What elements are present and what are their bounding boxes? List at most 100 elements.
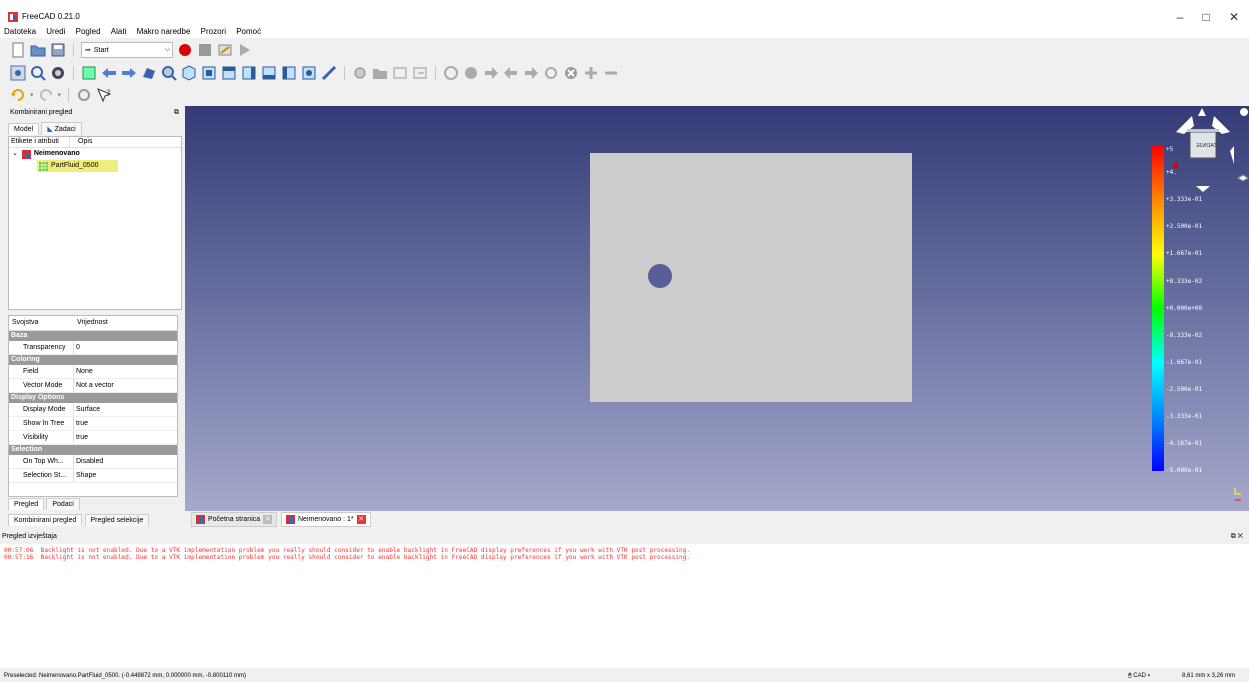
property-value[interactable]: None <box>73 365 93 378</box>
sphere-icon[interactable] <box>463 65 479 81</box>
tab-kombinirani-pregled[interactable]: Kombinirani pregled <box>8 514 83 526</box>
undo-icon[interactable] <box>10 87 26 103</box>
minus-icon[interactable] <box>603 65 619 81</box>
save-icon[interactable] <box>50 42 66 58</box>
property-value[interactable]: Shape <box>73 469 96 482</box>
navcube-menu-icon[interactable] <box>1240 108 1248 116</box>
close-icon[interactable]: ✕ <box>263 515 273 524</box>
zoom-icon[interactable] <box>161 65 177 81</box>
tab-pocetna-stranica[interactable]: Početna stranica ✕ <box>191 512 278 527</box>
model-tree[interactable]: Etikete i atributi Opis ⌄ Neimenovano Pa… <box>8 136 182 310</box>
left-arrow-icon[interactable] <box>503 65 519 81</box>
navigation-cube[interactable] <box>1170 106 1249 196</box>
workbench-selector[interactable]: ➡ Start ⌵ <box>81 42 173 58</box>
link-actions-icon[interactable] <box>412 65 428 81</box>
folder-icon[interactable] <box>372 65 388 81</box>
cancel-icon[interactable] <box>563 65 579 81</box>
recompute-icon[interactable] <box>76 87 92 103</box>
tab-model[interactable]: Model <box>8 123 40 135</box>
front-view-icon[interactable] <box>201 65 217 81</box>
right-arrow-icon[interactable] <box>483 65 499 81</box>
tab-podaci[interactable]: Podaci <box>46 498 80 510</box>
3d-viewport[interactable]: ZADNJE +5 +4. +3.333e-01 +2.500e-01 +1.6… <box>185 106 1249 511</box>
forward-arrow-icon[interactable] <box>121 65 137 81</box>
tab-zadaci[interactable]: ◣ Zadaci <box>41 122 82 135</box>
restore-button[interactable]: □ <box>1196 10 1216 24</box>
property-value[interactable]: true <box>73 431 88 444</box>
whats-this-icon[interactable]: ? <box>96 87 112 103</box>
property-row[interactable]: Field None <box>9 365 177 379</box>
new-file-icon[interactable] <box>10 42 26 58</box>
property-group-baza[interactable]: Baza <box>9 331 177 341</box>
redo-dropdown-icon[interactable]: ▾ <box>58 91 62 99</box>
macro-stop-icon[interactable] <box>197 42 213 58</box>
property-row[interactable]: Show In Tree true <box>9 417 177 431</box>
property-group-coloring[interactable]: Coloring <box>9 355 177 365</box>
property-value[interactable]: Surface <box>73 403 100 416</box>
property-row[interactable]: Selection St... Shape <box>9 469 177 483</box>
menu-makro[interactable]: Makro naredbe <box>137 26 191 38</box>
tree-document-row[interactable]: ⌄ Neimenovano <box>9 148 181 160</box>
property-value[interactable]: Not a vector <box>73 379 114 392</box>
navcube-arrow-up-icon[interactable] <box>1198 108 1206 116</box>
std-views-icon[interactable] <box>141 65 157 81</box>
menu-pomoc[interactable]: Pomoć <box>236 26 261 38</box>
property-row[interactable]: Vector Mode Not a vector <box>9 379 177 393</box>
property-value[interactable]: 0 <box>73 341 80 354</box>
back-arrow-icon[interactable] <box>101 65 117 81</box>
tab-neimenovano[interactable]: Neimenovano : 1* ✕ <box>281 512 371 527</box>
property-group-display[interactable]: Display Options <box>9 393 177 403</box>
navcube-arrow-down-icon[interactable] <box>1196 186 1210 192</box>
property-row[interactable]: Display Mode Surface <box>9 403 177 417</box>
navcube-cube-icon[interactable] <box>1237 174 1249 182</box>
property-group-selection[interactable]: Selection <box>9 445 177 455</box>
bottom-view-icon[interactable] <box>281 65 297 81</box>
menu-prozori[interactable]: Prozori <box>201 26 226 38</box>
float-panel-icon[interactable]: ⧉ <box>174 108 179 118</box>
property-value[interactable]: true <box>73 417 88 430</box>
fit-all-icon[interactable] <box>10 65 26 81</box>
close-button[interactable]: ✕ <box>1224 10 1244 24</box>
menu-uredi[interactable]: Uredi <box>46 26 65 38</box>
fit-selection-icon[interactable] <box>30 65 46 81</box>
selected-object[interactable]: PartFluid_0500 <box>37 160 119 172</box>
menu-datoteka[interactable]: Datoteka <box>4 26 36 38</box>
property-row[interactable]: Transparency 0 <box>9 341 177 355</box>
navigation-style-selector[interactable]: 🖱 CAD ▾ <box>1128 670 1150 682</box>
refresh-icon[interactable] <box>543 65 559 81</box>
menu-alati[interactable]: Alati <box>111 26 127 38</box>
macro-record-icon[interactable] <box>177 42 193 58</box>
tab-pregled-selekcije[interactable]: Pregled selekcije <box>84 514 150 526</box>
property-row[interactable]: Visibility true <box>9 431 177 445</box>
measure-icon[interactable] <box>321 65 337 81</box>
fluid-part-surface[interactable] <box>590 153 912 402</box>
right-arrow-2-icon[interactable] <box>523 65 539 81</box>
rear-view-icon[interactable] <box>261 65 277 81</box>
part-icon[interactable] <box>352 65 368 81</box>
link-icon[interactable] <box>392 65 408 81</box>
draw-style-icon[interactable] <box>50 65 66 81</box>
top-view-icon[interactable] <box>221 65 237 81</box>
navcube-rotate-right-icon[interactable] <box>1230 146 1234 164</box>
open-folder-icon[interactable] <box>30 42 46 58</box>
macro-run-icon[interactable] <box>237 42 253 58</box>
bounding-box-icon[interactable] <box>81 65 97 81</box>
isometric-icon[interactable] <box>181 65 197 81</box>
right-view-icon[interactable] <box>241 65 257 81</box>
tab-pregled[interactable]: Pregled <box>8 498 45 510</box>
menu-pogled[interactable]: Pogled <box>76 26 101 38</box>
property-value[interactable]: Disabled <box>73 455 103 468</box>
property-row[interactable]: On Top Wh... Disabled <box>9 455 177 469</box>
float-panel-icon[interactable]: ⧉ ✕ <box>1231 531 1243 543</box>
navcube-edge[interactable] <box>1187 129 1219 132</box>
expand-chevron-icon[interactable]: ⌄ <box>12 148 18 160</box>
left-view-icon[interactable] <box>301 65 317 81</box>
redo-icon[interactable] <box>38 87 54 103</box>
clip-plane-icon[interactable] <box>443 65 459 81</box>
plus-icon[interactable] <box>583 65 599 81</box>
close-icon[interactable]: ✕ <box>356 515 366 524</box>
tree-object-row[interactable]: PartFluid_0500 <box>9 160 181 172</box>
undo-dropdown-icon[interactable]: ▾ <box>30 91 34 99</box>
minimize-button[interactable]: – <box>1170 10 1190 24</box>
report-view[interactable]: 00:57:06 Backlight is not enabled. Due t… <box>0 544 1249 668</box>
